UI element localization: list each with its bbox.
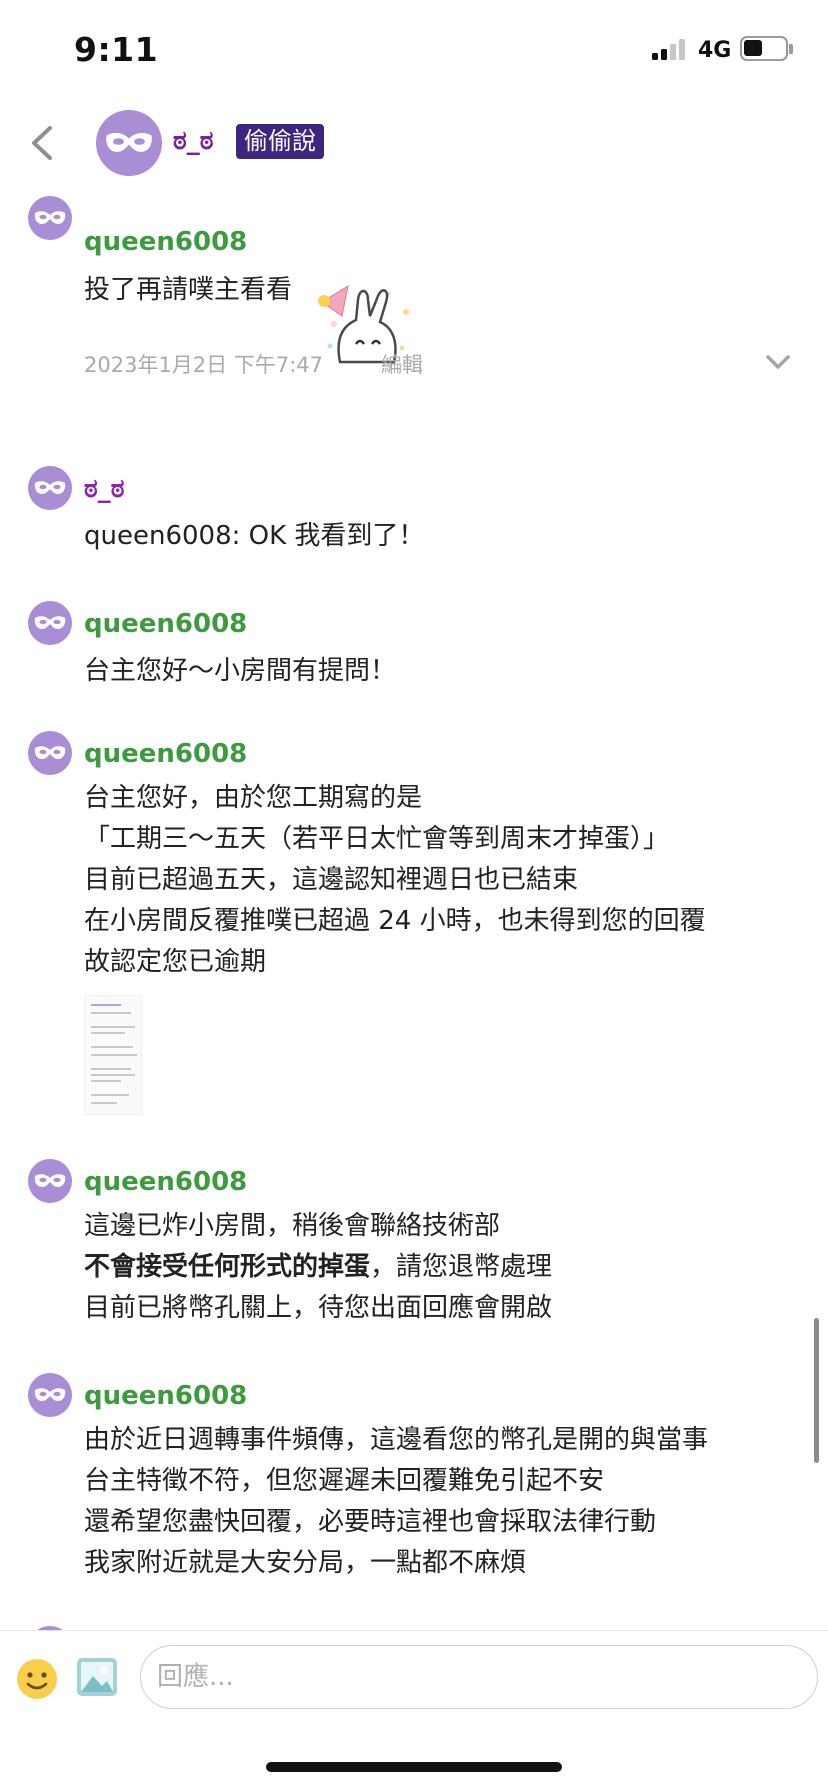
response-feed[interactable]: queen6008 投了再請噗主看看 2023年1月2日 下午7:47 編輯 ಠ… [0,190,828,1630]
bold-emphasis: 不會接受任何形式的掉蛋 [84,1252,371,1282]
message-line: 這邊已炸小房間，稍後會聯絡技術部 [84,1211,501,1241]
message-line: 「工期三～五天（若平日太忙會等到周末才掉蛋）」 [84,824,670,854]
edit-link[interactable]: 編輯 [381,349,423,379]
message-line: 台主您好，由於您工期寫的是 [84,783,423,813]
mask-avatar-icon [106,132,152,152]
mask-avatar-icon [34,1388,66,1401]
author-avatar[interactable] [28,1373,72,1417]
message-line-rest: ，請您退幣處理 [370,1252,553,1282]
header-avatar[interactable] [96,110,162,176]
mask-avatar-icon [34,211,66,224]
emoji-button[interactable] [16,1658,58,1700]
mask-avatar-icon [34,481,66,494]
reply-input[interactable] [140,1645,818,1709]
reply-composer [0,1630,828,1730]
message-line: 目前已將幣孔關上，待您出面回應會開啟 [84,1293,553,1323]
status-time: 9:11 [74,30,159,69]
message-line: 我家附近就是大安分局，一點都不麻煩 [84,1548,527,1578]
author-name[interactable]: queen6008 [84,609,247,639]
chevron-down-icon[interactable] [764,352,792,372]
header-author-name[interactable]: ಠ_ಠ [173,126,214,157]
image-button[interactable] [76,1656,118,1698]
screenshot-thumbnail[interactable] [84,995,142,1115]
message-line: 目前已超過五天，這邊認知裡週日也已結束 [84,865,579,895]
author-name[interactable]: queen6008 [84,739,247,769]
mask-avatar-icon [34,616,66,629]
signal-icon [652,38,688,60]
message-line: 不會接受任何形式的掉蛋，請您退幣處理 [84,1247,552,1288]
conversation-header: ಠ_ಠ 偷偷說 [0,100,828,190]
image-icon [77,1658,117,1696]
message-text: queen6008: OK 我看到了！ [84,521,425,551]
author-avatar[interactable] [28,601,72,645]
message-text: 投了再請噗主看看 [84,275,293,305]
author-name[interactable]: queen6008 [84,1381,247,1411]
author-avatar[interactable] [28,1159,72,1203]
emoji-icon [17,1659,57,1699]
battery-cap [789,44,793,54]
author-avatar[interactable] [28,466,72,510]
message-text: 由於近日週轉事件頻傳，這邊看您的幣孔是開的與當事 台主特徵不符，但您遲遲未回覆難… [84,1420,708,1584]
status-bar: 9:11 4G [0,0,828,100]
message-line: 還希望您盡快回覆，必要時這裡也會採取法律行動 [84,1507,657,1537]
author-avatar[interactable] [28,731,72,775]
back-button[interactable] [22,118,62,168]
author-name[interactable]: queen6008 [84,227,247,257]
home-indicator[interactable] [266,1762,562,1772]
author-name[interactable]: ಠ_ಠ [84,474,125,505]
message-text: 台主您好～小房間有提問！ [84,656,397,686]
scrollbar[interactable] [814,1318,819,1463]
mask-avatar-icon [34,746,66,759]
message-line: 台主特徵不符，但您遲遲未回覆難免引起不安 [84,1466,605,1496]
secret-badge: 偷偷說 [236,124,324,159]
mask-avatar-icon [34,1174,66,1187]
timestamp: 2023年1月2日 下午7:47 [84,353,323,377]
author-name[interactable]: queen6008 [84,1167,247,1197]
network-label: 4G [698,38,732,63]
message-line: 故認定您已逾期 [84,947,267,977]
author-avatar[interactable] [28,196,72,240]
message-text: 台主您好，由於您工期寫的是 「工期三～五天（若平日太忙會等到周末才掉蛋）」 目前… [84,778,706,983]
message-line: 由於近日週轉事件頻傳，這邊看您的幣孔是開的與當事 [84,1425,709,1455]
back-chevron-icon [32,126,52,160]
battery-icon [740,36,788,61]
message-text: 這邊已炸小房間，稍後會聯絡技術部 不會接受任何形式的掉蛋，請您退幣處理 目前已將… [84,1206,552,1329]
message-line: 在小房間反覆推噗已超過 24 小時，也未得到您的回覆 [84,906,706,936]
